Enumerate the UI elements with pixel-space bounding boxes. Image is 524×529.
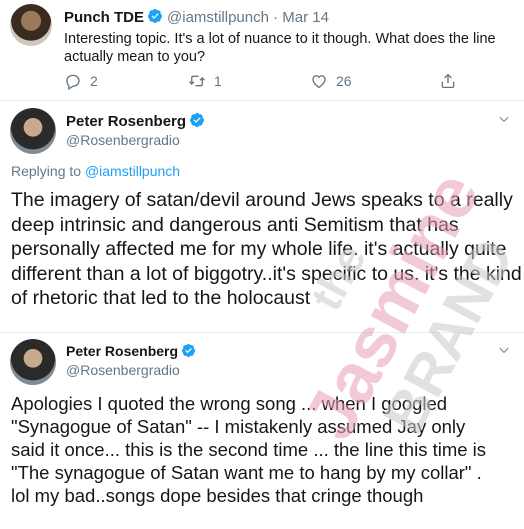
verified-badge-icon bbox=[181, 343, 196, 358]
tweet-text: Interesting topic. It's a lot of nuance … bbox=[64, 31, 496, 65]
share-icon bbox=[441, 73, 455, 89]
tweet-text-line: "Synagogue of Satan" -- I mistakenly ass… bbox=[11, 416, 466, 437]
reply-icon bbox=[66, 74, 80, 90]
like-count: 26 bbox=[336, 73, 352, 89]
author-name[interactable]: Peter Rosenberg bbox=[66, 113, 186, 130]
avatar-rosenberg[interactable] bbox=[10, 339, 56, 385]
divider bbox=[0, 100, 524, 101]
avatar-punch[interactable] bbox=[10, 4, 52, 46]
replying-to: Replying to @iamstillpunch bbox=[11, 163, 180, 179]
tweet-text: The imagery of satan/devil around Jews s… bbox=[11, 189, 522, 309]
author-handle[interactable]: @iamstillpunch bbox=[167, 9, 269, 26]
tweet-text-line: "The synagogue of Satan want me to hang … bbox=[11, 462, 482, 483]
author-handle[interactable]: @Rosenbergradio bbox=[66, 362, 180, 378]
tweet-text-line: said it once... this is the second time … bbox=[11, 439, 487, 460]
share-button[interactable] bbox=[439, 72, 457, 90]
author-handle[interactable]: @Rosenbergradio bbox=[66, 132, 180, 148]
reply-count: 2 bbox=[90, 73, 98, 89]
chevron-down-icon[interactable] bbox=[497, 343, 511, 357]
tweet-date[interactable]: Mar 14 bbox=[282, 9, 329, 26]
retweet-icon bbox=[189, 75, 205, 87]
verified-badge-icon bbox=[190, 113, 205, 127]
replying-to-link[interactable]: @iamstillpunch bbox=[85, 163, 180, 179]
like-button[interactable]: 26 bbox=[310, 72, 352, 90]
retweet-count: 1 bbox=[214, 73, 222, 89]
heart-icon bbox=[312, 75, 326, 89]
author-name[interactable]: Peter Rosenberg bbox=[66, 343, 178, 359]
tweet-text-line: lol my bad..songs dope besides that crin… bbox=[11, 485, 424, 506]
replying-prefix: Replying to bbox=[11, 163, 85, 179]
tweet-text-line: Apologies I quoted the wrong song ... wh… bbox=[11, 393, 448, 414]
separator-dot: · bbox=[273, 9, 279, 26]
tweet-actions: 2 1 26 bbox=[64, 72, 464, 92]
author-name[interactable]: Punch TDE bbox=[64, 9, 144, 26]
tweet2-header: Peter Rosenberg bbox=[66, 112, 209, 130]
tweet-punch: Punch TDE @iamstillpunch · Mar 14 Interes… bbox=[0, 0, 524, 100]
avatar-rosenberg[interactable] bbox=[10, 108, 56, 154]
chevron-down-icon[interactable] bbox=[497, 112, 511, 126]
retweet-button[interactable]: 1 bbox=[188, 72, 222, 90]
tweet3-header: Peter Rosenberg bbox=[66, 343, 200, 359]
reply-button[interactable]: 2 bbox=[64, 72, 98, 90]
tweet-text: Apologies I quoted the wrong song ... wh… bbox=[11, 392, 524, 507]
divider bbox=[0, 332, 524, 333]
verified-badge-icon bbox=[148, 9, 163, 23]
tweet-header: Punch TDE @iamstillpunch · Mar 14 bbox=[64, 8, 329, 26]
